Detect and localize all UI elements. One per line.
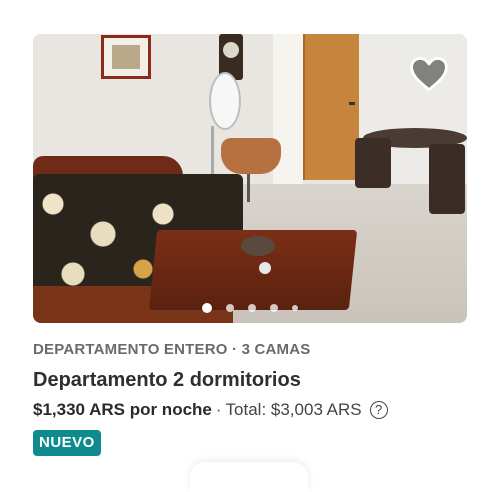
total-price: Total: $3,003 ARS (225, 400, 362, 419)
wall-painting (101, 35, 151, 79)
chair-base (247, 174, 250, 202)
price-separator: · (215, 400, 222, 419)
standing-fan (209, 72, 241, 130)
carousel-dot[interactable] (248, 304, 256, 312)
dining-chair (429, 144, 465, 214)
carousel-dot-active[interactable] (202, 303, 212, 313)
price-row: $1,330 ARS por noche · Total: $3,003 ARS… (33, 398, 467, 422)
wooden-door (303, 34, 361, 180)
dining-chair (355, 138, 391, 188)
carousel-dot[interactable] (270, 304, 278, 312)
new-badge: NUEVO (33, 430, 101, 456)
listing-photo[interactable] (33, 34, 467, 323)
cup (259, 262, 271, 274)
favorite-button[interactable] (407, 52, 451, 96)
carousel-dot[interactable] (226, 304, 234, 312)
door-handle (349, 102, 355, 105)
listing-card[interactable]: DEPARTAMENTO ENTERO · 3 CAMAS Departamen… (33, 34, 467, 456)
carousel-dots (33, 303, 467, 313)
swivel-chair (221, 138, 281, 174)
listing-title[interactable]: Departamento 2 dormitorios (33, 367, 467, 393)
info-icon[interactable]: ? (369, 401, 388, 419)
bottom-sheet-handle[interactable] (190, 462, 308, 492)
heart-icon (410, 57, 448, 91)
ashtray (241, 236, 275, 256)
carousel-dot[interactable] (292, 305, 298, 311)
clock-face (223, 42, 239, 58)
listing-meta: DEPARTAMENTO ENTERO · 3 CAMAS (33, 341, 311, 358)
nightly-price: $1,330 ARS por noche (33, 400, 212, 419)
